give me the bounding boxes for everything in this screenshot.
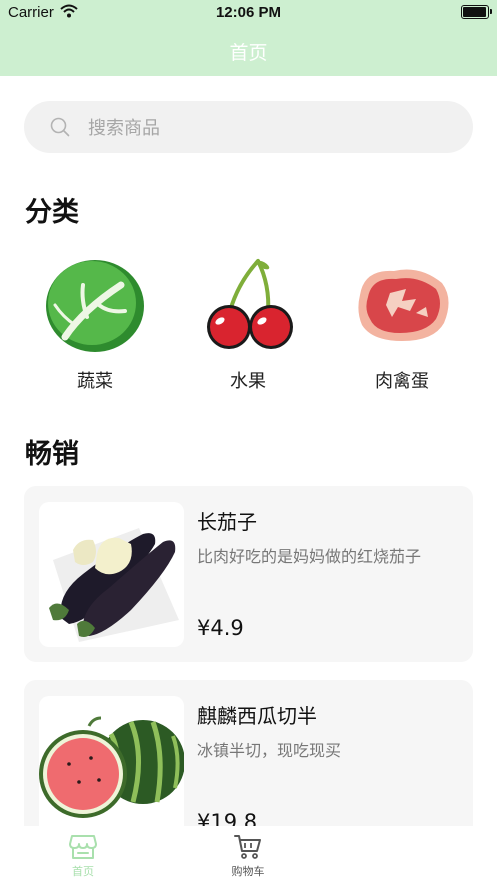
tab-home[interactable]: 首页 (33, 834, 133, 879)
category-meat-poultry-eggs[interactable]: 肉禽蛋 (342, 255, 462, 393)
cherry-icon (207, 259, 293, 349)
product-name: 长茄子 (197, 510, 257, 534)
cabbage-icon (46, 260, 144, 352)
eggplant-image (39, 502, 184, 647)
tab-cart[interactable]: 购物车 (198, 834, 298, 879)
status-bar: Carrier 12:06 PM (0, 0, 497, 26)
tab-label: 购物车 (231, 865, 265, 878)
meat-icon (358, 269, 449, 341)
categories-heading: 分类 (25, 197, 79, 228)
battery-icon (461, 5, 492, 19)
search-input[interactable] (86, 101, 450, 155)
category-vegetables[interactable]: 蔬菜 (35, 255, 155, 393)
product-description: 冰镇半切，现吃现买 (197, 741, 342, 760)
watermelon-image (39, 696, 184, 841)
cart-icon (234, 835, 261, 859)
page-title: 首页 (229, 42, 268, 64)
search-bar[interactable] (24, 101, 473, 155)
status-time: 12:06 PM (215, 4, 282, 21)
search-icon (50, 117, 70, 141)
product-price: ¥4.9 (197, 616, 244, 640)
bestsellers-heading: 畅销 (25, 439, 79, 470)
tab-bar: 首页 购物车 (0, 826, 497, 883)
nav-bar: 首页 (0, 26, 497, 76)
tab-label: 首页 (72, 865, 94, 878)
store-icon (69, 835, 97, 859)
category-fruits[interactable]: 水果 (188, 255, 308, 393)
product-description: 比肉好吃的是妈妈做的红烧茄子 (197, 547, 422, 566)
product-card[interactable]: 长茄子 比肉好吃的是妈妈做的红烧茄子 ¥4.9 (24, 486, 473, 662)
category-label: 水果 (230, 371, 266, 392)
category-label: 肉禽蛋 (375, 371, 429, 392)
category-label: 蔬菜 (77, 371, 113, 392)
product-name: 麒麟西瓜切半 (197, 704, 317, 728)
